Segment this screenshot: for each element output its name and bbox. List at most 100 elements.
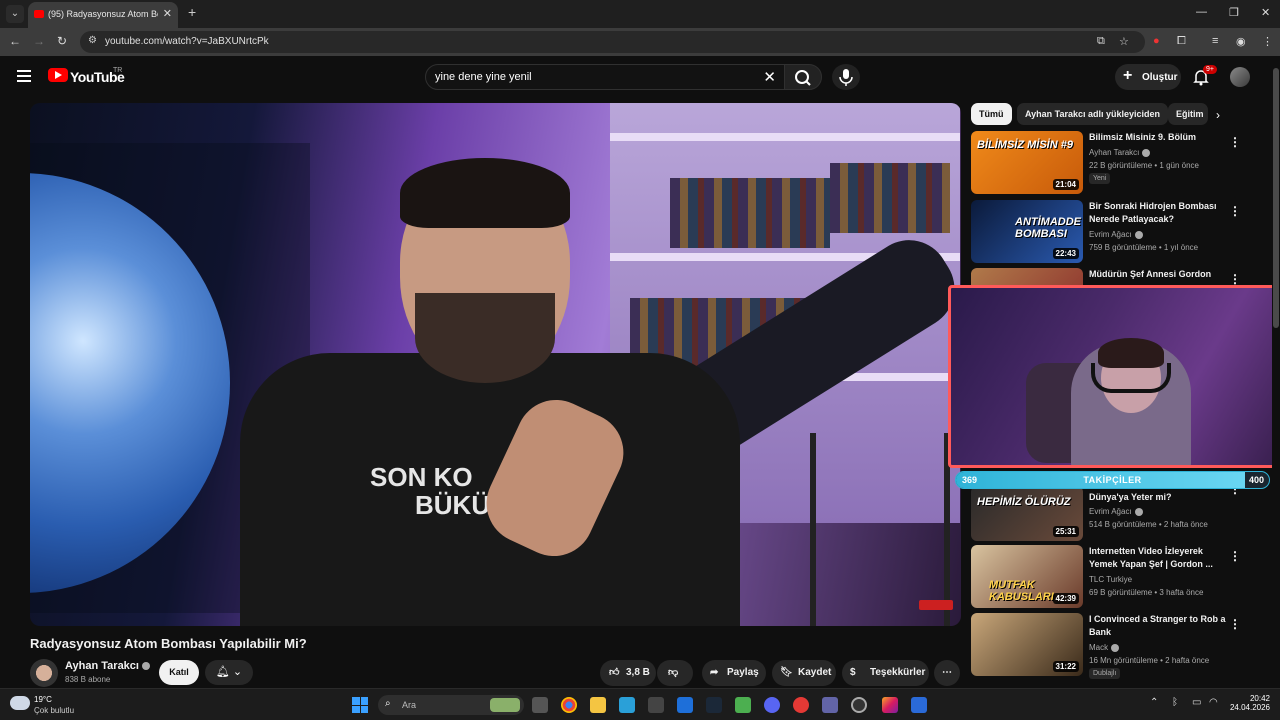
app-icon[interactable] <box>911 697 927 713</box>
address-bar[interactable]: ⚙ youtube.com/watch?v=JaBXUNrtcPk <box>80 31 1145 53</box>
install-app-icon[interactable]: ⧉ <box>1097 35 1105 48</box>
maximize-icon[interactable]: ❐ <box>1229 6 1239 19</box>
video-player[interactable]: SON KO BÜKÜ <box>30 103 961 626</box>
more-options-icon[interactable]: ⋮ <box>1229 549 1241 563</box>
thumbnail[interactable]: ANTİMADDE BOMBASI 22:43 <box>971 200 1083 263</box>
thumbnail[interactable]: 31:22 <box>971 613 1083 676</box>
minecraft-icon[interactable] <box>735 697 751 713</box>
thumbnail[interactable]: BİLİMSİZ MİSİN #9 21:04 <box>971 131 1083 194</box>
scrollbar-thumb[interactable] <box>1273 68 1279 328</box>
file-explorer-icon[interactable] <box>590 697 606 713</box>
like-count: 3,8 B <box>626 667 650 678</box>
windows-start-icon[interactable] <box>352 697 368 713</box>
like-button[interactable]: 👍︎ 3,8 B <box>600 660 656 686</box>
tab-list-chevron-icon[interactable]: ⌄ <box>6 5 24 23</box>
close-window-icon[interactable]: ✕ <box>1261 6 1270 19</box>
recommendation-card[interactable]: MUTFAK KABUSLARI 42:39 Internetten Video… <box>971 545 1261 609</box>
channel-name[interactable]: Ayhan Tarakcı <box>65 660 150 672</box>
back-icon[interactable]: ← <box>9 34 21 48</box>
time: 20:42 <box>1249 694 1270 703</box>
search-input[interactable]: yine dene yine yenil ✕ <box>425 64 785 90</box>
recommendation-title[interactable]: I Convinced a Stranger to Rob a Bank <box>1089 613 1229 639</box>
recommendation-channel[interactable]: Evrim Ağacı <box>1089 230 1143 239</box>
clock[interactable]: 20:42 24.04.2026 <box>1226 694 1270 712</box>
outlook-icon[interactable] <box>677 697 693 713</box>
media-controls-icon[interactable]: ≡ <box>1212 35 1218 47</box>
display-icon[interactable]: ▭ <box>1192 697 1201 708</box>
profile-icon[interactable]: ◉ <box>1236 35 1246 48</box>
tab-close-icon[interactable]: ✕ <box>163 7 172 20</box>
recommendation-title[interactable]: Internetten Video İzleyerek Yemek Yapan … <box>1089 545 1229 571</box>
recommendation-channel[interactable]: Ayhan Tarakcı <box>1089 148 1151 157</box>
chip-uploader[interactable]: Ayhan Tarakcı adlı yükleyiciden <box>1017 103 1169 125</box>
bluetooth-icon[interactable]: ᛒ <box>1172 697 1178 708</box>
chevron-right-icon[interactable]: › <box>1216 108 1220 122</box>
youtube-logo-icon[interactable] <box>48 68 68 82</box>
discord-icon[interactable] <box>764 697 780 713</box>
thumbnail[interactable]: HEPİMİZ ÖLÜRÜZ 25:31 <box>971 486 1083 541</box>
voice-search-button[interactable] <box>832 64 860 90</box>
browser-tab[interactable]: (95) Radyasyonsuz Atom Bo ✕ <box>28 2 178 28</box>
temperature[interactable]: 19°C <box>34 695 52 704</box>
instagram-icon[interactable] <box>882 697 898 713</box>
edge-icon[interactable] <box>619 697 635 713</box>
recommendation-channel[interactable]: TLC Turkiye <box>1089 575 1132 584</box>
weather-description[interactable]: Çok bulutlu <box>34 706 74 715</box>
more-options-icon[interactable]: ⋮ <box>1229 272 1241 286</box>
subscription-bell-button[interactable]: 🔔︎ ⌄ <box>205 660 253 685</box>
new-tab-icon[interactable]: + <box>188 4 196 20</box>
cloud-icon[interactable] <box>10 696 30 710</box>
thumbnail[interactable]: MUTFAK KABUSLARI 42:39 <box>971 545 1083 608</box>
search-button[interactable] <box>784 64 822 90</box>
minimize-icon[interactable]: — <box>1196 6 1207 18</box>
join-button[interactable]: Katıl <box>159 660 199 685</box>
extension-icon[interactable]: ● <box>1153 35 1160 47</box>
chip-all[interactable]: Tümü <box>971 103 1012 125</box>
bookmark-star-icon[interactable]: ☆ <box>1119 35 1129 48</box>
teams-icon[interactable] <box>822 697 838 713</box>
steam-icon[interactable] <box>706 697 722 713</box>
recommendation-card[interactable]: 31:22 I Convinced a Stranger to Rob a Ba… <box>971 613 1261 679</box>
recommendation-title[interactable]: Müdürün Şef Annesi Gordon <box>1089 268 1229 281</box>
obs-icon[interactable] <box>851 697 867 713</box>
reload-icon[interactable]: ↻ <box>57 34 67 48</box>
chrome-icon[interactable] <box>561 697 577 713</box>
share-button[interactable]: ➦ Paylaş <box>702 660 766 686</box>
create-button[interactable]: + Oluştur <box>1115 64 1181 90</box>
site-info-icon[interactable]: ⚙ <box>88 35 97 46</box>
more-options-icon[interactable]: ⋮ <box>1229 617 1241 631</box>
recommendation-title[interactable]: Bir Sonraki Hidrojen Bombası Nerede Patl… <box>1089 200 1229 226</box>
channel-avatar[interactable] <box>30 659 58 687</box>
recommendation-card[interactable]: BİLİMSİZ MİSİN #9 21:04 Bilimsiz Misiniz… <box>971 131 1261 195</box>
save-button[interactable]: 🔖︎ Kaydet <box>772 660 836 686</box>
menu-icon[interactable] <box>17 70 31 82</box>
chip-education[interactable]: Eğitim <box>1168 103 1208 125</box>
browser-menu-icon[interactable]: ⋮ <box>1262 35 1273 48</box>
more-options-icon[interactable]: ⋮ <box>1229 204 1241 218</box>
more-actions-icon[interactable]: ⋯ <box>934 660 960 686</box>
wifi-icon[interactable]: ◠ <box>1209 697 1218 708</box>
recommendation-meta: 759 B görüntüleme • 1 yıl önce <box>1089 243 1199 252</box>
store-icon[interactable] <box>648 697 664 713</box>
forward-icon[interactable]: → <box>33 34 45 48</box>
clear-search-icon[interactable]: ✕ <box>763 68 776 86</box>
account-avatar[interactable] <box>1230 67 1250 87</box>
taskbar-search[interactable]: ⌕ Ara <box>378 695 524 715</box>
media-player-icon[interactable] <box>793 697 809 713</box>
search-query: yine dene yine yenil <box>435 71 532 83</box>
more-options-icon[interactable]: ⋮ <box>1229 135 1241 149</box>
recommendation-channel[interactable]: Mack <box>1089 643 1120 652</box>
search-highlight-image <box>490 698 520 712</box>
recommendation-channel[interactable]: Evrim Ağacı <box>1089 507 1143 516</box>
recommendation-card[interactable]: ANTİMADDE BOMBASI 22:43 Bir Sonraki Hidr… <box>971 200 1261 264</box>
thumbnail[interactable] <box>971 268 1083 286</box>
task-view-icon[interactable] <box>532 697 548 713</box>
tray-chevron-up-icon[interactable]: ⌃ <box>1150 697 1158 708</box>
microphone-icon <box>839 69 853 86</box>
extensions-puzzle-icon[interactable]: ⧠ <box>1177 35 1186 48</box>
recommendation-title[interactable]: Bilimsiz Misiniz 9. Bölüm <box>1089 131 1229 144</box>
recommendation-title[interactable]: Dünya'ya Yeter mi? <box>1089 491 1229 504</box>
recommendation-card[interactable]: Müdürün Şef Annesi Gordon ⋮ <box>971 268 1261 286</box>
thanks-button[interactable]: $ Teşekkürler <box>842 660 929 686</box>
dislike-button[interactable]: 👎︎ <box>657 660 693 686</box>
